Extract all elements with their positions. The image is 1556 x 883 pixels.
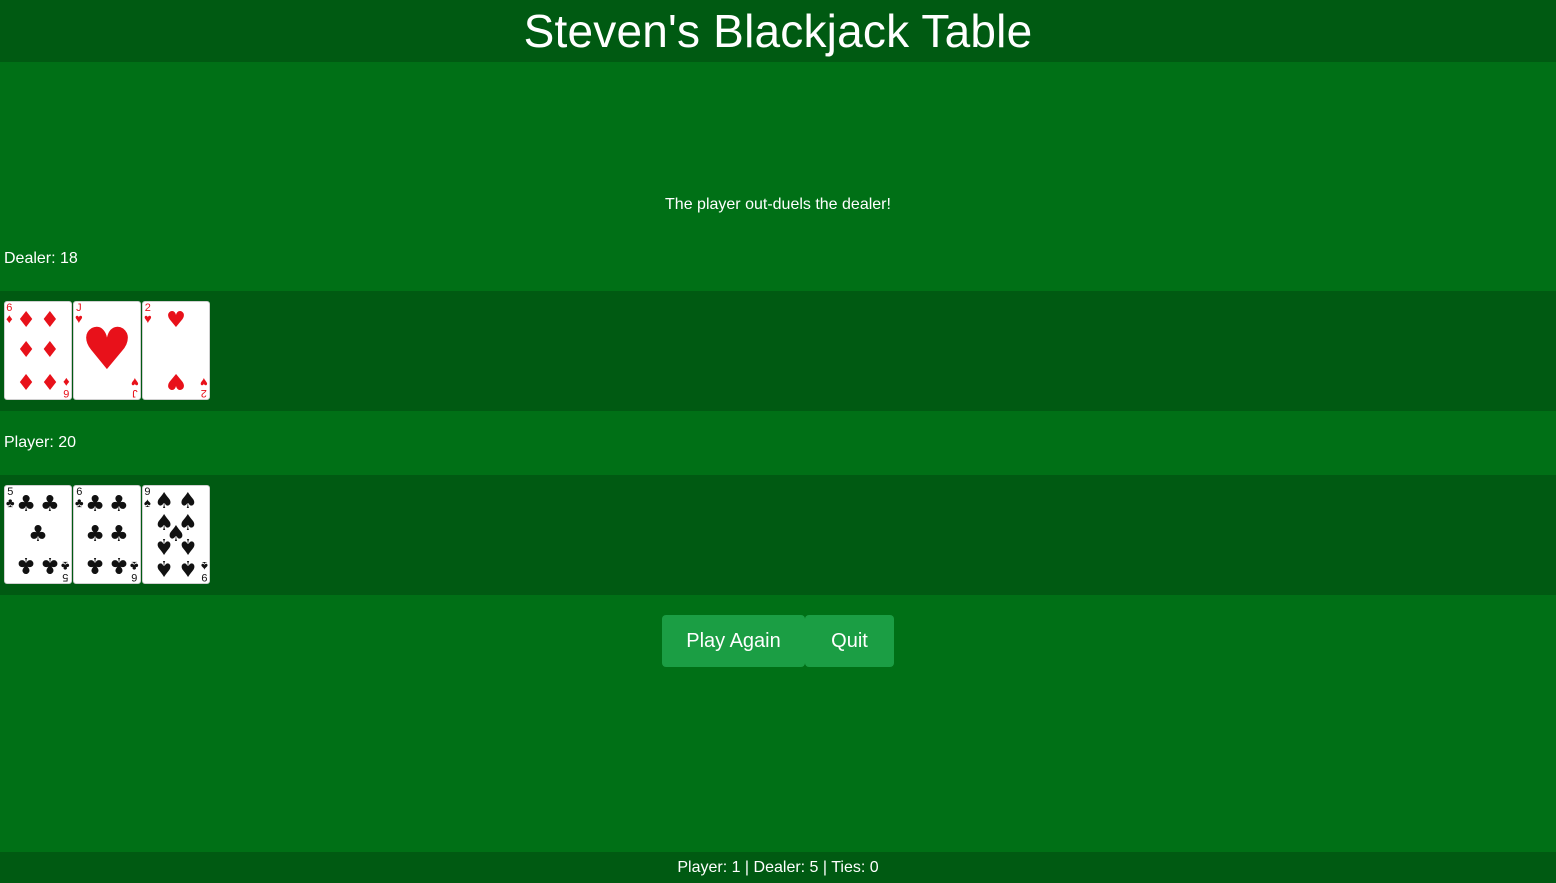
page-title: Steven's Blackjack Table bbox=[523, 5, 1033, 57]
spades-icon: ♠ bbox=[154, 554, 174, 580]
spades-icon: ♠ bbox=[178, 554, 198, 580]
player-hand: 5 ♣ 5 ♣ ♣ ♣ ♣ ♣ ♣ 6 ♣ 6 ♣ ♣ ♣ ♣ ♣ ♣ ♣ 9 ♠ 9 ♠ ♠ ♠ ♠ ♠ ♠ ♠ ♠ ♠ ♠ bbox=[0, 475, 1556, 595]
player-cards: 5 ♣ 5 ♣ ♣ ♣ ♣ ♣ ♣ 6 ♣ 6 ♣ ♣ ♣ ♣ ♣ ♣ ♣ 9 ♠ 9 ♠ ♠ ♠ ♠ ♠ ♠ ♠ ♠ ♠ ♠ bbox=[4, 485, 210, 584]
clubs-icon: ♣ bbox=[109, 521, 129, 547]
clubs-icon: ♣ bbox=[109, 551, 129, 577]
dealer-card-6-of-diamonds: 6 ♦ 6 ♦ ♦ ♦ ♦ ♦ ♦ ♦ bbox=[4, 301, 72, 400]
clubs-icon: ♣ bbox=[85, 492, 105, 518]
clubs-icon: ♣ bbox=[16, 492, 36, 518]
hearts-icon: ♥ bbox=[81, 314, 133, 383]
score-tally-text: Player: 1 | Dealer: 5 | Ties: 0 bbox=[677, 858, 879, 876]
dealer-card-j-of-hearts: J ♥ J ♥ ♥ bbox=[73, 301, 141, 400]
card-pips: ♥ ♥ bbox=[143, 302, 209, 399]
player-card-5-of-clubs: 5 ♣ 5 ♣ ♣ ♣ ♣ ♣ ♣ bbox=[4, 485, 72, 584]
dealer-cards: 6 ♦ 6 ♦ ♦ ♦ ♦ ♦ ♦ ♦ J ♥ J ♥ ♥ 2 ♥ 2 ♥ ♥ ♥ bbox=[4, 301, 210, 400]
card-pips: ♣ ♣ ♣ ♣ ♣ ♣ bbox=[74, 486, 140, 583]
diamonds-icon: ♦ bbox=[40, 337, 60, 363]
card-pips: ♣ ♣ ♣ ♣ ♣ bbox=[5, 486, 71, 583]
hearts-icon: ♥ bbox=[166, 367, 186, 393]
hearts-icon: ♥ bbox=[166, 308, 186, 334]
quit-button[interactable]: Quit bbox=[805, 615, 894, 667]
diamonds-icon: ♦ bbox=[40, 308, 60, 334]
clubs-icon: ♣ bbox=[85, 551, 105, 577]
card-pips: ♦ ♦ ♦ ♦ ♦ ♦ bbox=[5, 302, 71, 399]
card-pips: ♥ bbox=[74, 302, 140, 399]
dealer-hand: 6 ♦ 6 ♦ ♦ ♦ ♦ ♦ ♦ ♦ J ♥ J ♥ ♥ 2 ♥ 2 ♥ ♥ ♥ bbox=[0, 291, 1556, 411]
spades-icon: ♠ bbox=[154, 533, 174, 559]
diamonds-icon: ♦ bbox=[16, 308, 36, 334]
spades-icon: ♠ bbox=[178, 533, 198, 559]
title-bar: Steven's Blackjack Table bbox=[0, 0, 1556, 62]
dealer-card-2-of-hearts: 2 ♥ 2 ♥ ♥ ♥ bbox=[142, 301, 210, 400]
clubs-icon: ♣ bbox=[40, 551, 60, 577]
result-message: The player out-duels the dealer! bbox=[665, 196, 891, 213]
player-score: Player: 20 bbox=[4, 434, 77, 451]
clubs-icon: ♣ bbox=[16, 551, 36, 577]
dealer-score: Dealer: 18 bbox=[4, 250, 78, 267]
action-buttons: Play Again Quit bbox=[0, 615, 1556, 667]
clubs-icon: ♣ bbox=[28, 521, 48, 547]
score-tally: Player: 1 | Dealer: 5 | Ties: 0 bbox=[0, 852, 1556, 883]
card-pips: ♠ ♠ ♠ ♠ ♠ ♠ ♠ ♠ ♠ bbox=[143, 486, 209, 583]
diamonds-icon: ♦ bbox=[40, 367, 60, 393]
diamonds-icon: ♦ bbox=[16, 337, 36, 363]
diamonds-icon: ♦ bbox=[16, 367, 36, 393]
player-card-6-of-clubs: 6 ♣ 6 ♣ ♣ ♣ ♣ ♣ ♣ ♣ bbox=[73, 485, 141, 584]
player-card-9-of-spades: 9 ♠ 9 ♠ ♠ ♠ ♠ ♠ ♠ ♠ ♠ ♠ ♠ bbox=[142, 485, 210, 584]
clubs-icon: ♣ bbox=[40, 492, 60, 518]
play-again-button[interactable]: Play Again bbox=[662, 615, 805, 667]
clubs-icon: ♣ bbox=[109, 492, 129, 518]
clubs-icon: ♣ bbox=[85, 521, 105, 547]
